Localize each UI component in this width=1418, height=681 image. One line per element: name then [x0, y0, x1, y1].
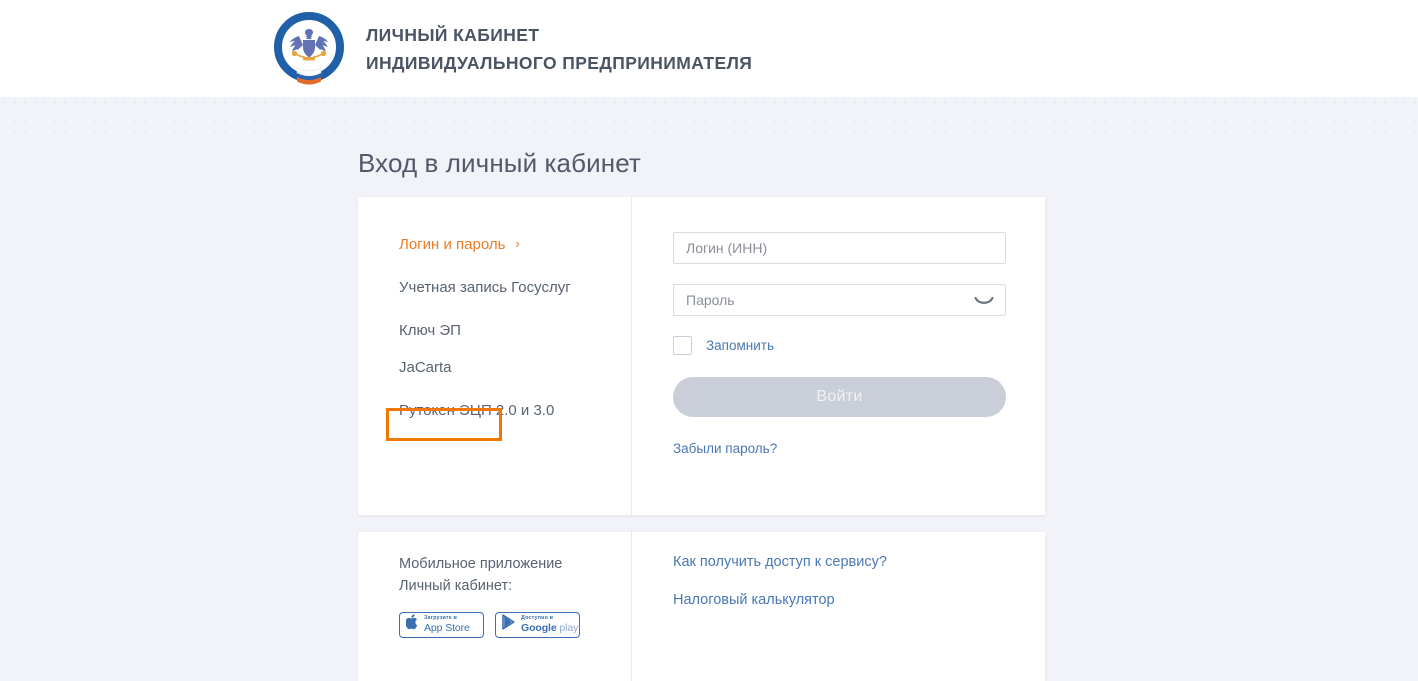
eye-closed-icon[interactable] [974, 294, 994, 306]
help-links-panel: Как получить доступ к сервису? Налоговый… [632, 532, 1045, 681]
login-method-label: Логин и пароль [399, 236, 506, 253]
google-play-icon [502, 614, 516, 635]
login-form-panel: Логин (ИНН) Пароль Запомнить Войти Забыл… [632, 197, 1045, 515]
app-store-badge-top: Загрузите в [424, 615, 457, 621]
password-input[interactable]: Пароль [673, 284, 1006, 316]
mobile-app-caption: Мобильное приложение Личный кабинет: [399, 554, 631, 598]
chevron-right-icon: › [515, 236, 520, 251]
remember-label[interactable]: Запомнить [706, 338, 774, 353]
google-play-badge[interactable]: Доступно в Google play [495, 611, 580, 638]
submit-button[interactable]: Войти [673, 377, 1006, 417]
login-method-gosuslugi[interactable]: Учетная запись Госуслуг [399, 280, 631, 295]
forgot-password-link[interactable]: Забыли пароль? [673, 441, 777, 456]
login-method-ep-key[interactable]: Ключ ЭП [399, 323, 631, 338]
login-methods-panel: Логин и пароль › Учетная запись Госуслуг… [358, 197, 632, 515]
fns-emblem-icon [272, 12, 346, 86]
google-play-badge-text: Доступно в Google play [521, 615, 579, 634]
header-brand: ЛИЧНЫЙ КАБИНЕТ ИНДИВИДУАЛЬНОГО ПРЕДПРИНИ… [272, 12, 752, 86]
info-card: Мобильное приложение Личный кабинет: Заг… [358, 532, 1045, 681]
page-title: Вход в личный кабинет [358, 148, 641, 178]
site-header: ЛИЧНЫЙ КАБИНЕТ ИНДИВИДУАЛЬНОГО ПРЕДПРИНИ… [0, 0, 1418, 97]
login-methods-list: Логин и пароль › Учетная запись Госуслуг… [399, 237, 631, 446]
mobile-app-panel: Мобильное приложение Личный кабинет: Заг… [358, 532, 632, 681]
login-input[interactable]: Логин (ИНН) [673, 232, 1006, 264]
brand-line-2: ИНДИВИДУАЛЬНОГО ПРЕДПРИНИМАТЕЛЯ [366, 53, 753, 73]
how-to-get-access-link[interactable]: Как получить доступ к сервису? [673, 554, 1045, 570]
page-content: Вход в личный кабинет Логин и пароль › У… [0, 97, 1418, 681]
mobile-app-caption-line2: Личный кабинет: [399, 577, 513, 594]
google-play-badge-main: Google play [521, 621, 579, 634]
app-store-badge-main: App Store [424, 621, 470, 634]
login-method-login-password[interactable]: Логин и пароль › [399, 237, 631, 252]
apple-icon [405, 614, 419, 635]
login-card: Логин и пароль › Учетная запись Госуслуг… [358, 197, 1045, 515]
google-play-badge-main-bold: Google [521, 621, 557, 634]
app-store-badge[interactable]: Загрузите в App Store [399, 611, 484, 638]
google-play-badge-main-muted: play [559, 621, 579, 634]
remember-row: Запомнить [673, 336, 1045, 355]
mobile-app-caption-line1: Мобильное приложение [399, 556, 563, 572]
login-method-jacarta[interactable]: JaCarta [399, 360, 631, 375]
app-store-badge-text: Загрузите в App Store [424, 615, 470, 634]
login-method-rutoken[interactable]: Рутокен ЭЦП 2.0 и 3.0 [399, 403, 631, 418]
remember-checkbox[interactable] [673, 336, 692, 355]
password-input-placeholder: Пароль [686, 292, 735, 308]
login-input-placeholder: Логин (ИНН) [686, 240, 768, 256]
brand-title: ЛИЧНЫЙ КАБИНЕТ ИНДИВИДУАЛЬНОГО ПРЕДПРИНИ… [366, 22, 752, 75]
store-badges: Загрузите в App Store Доступно в Google … [399, 611, 631, 638]
brand-line-1: ЛИЧНЫЙ КАБИНЕТ [366, 25, 540, 46]
tax-calculator-link[interactable]: Налоговый калькулятор [673, 592, 1045, 608]
